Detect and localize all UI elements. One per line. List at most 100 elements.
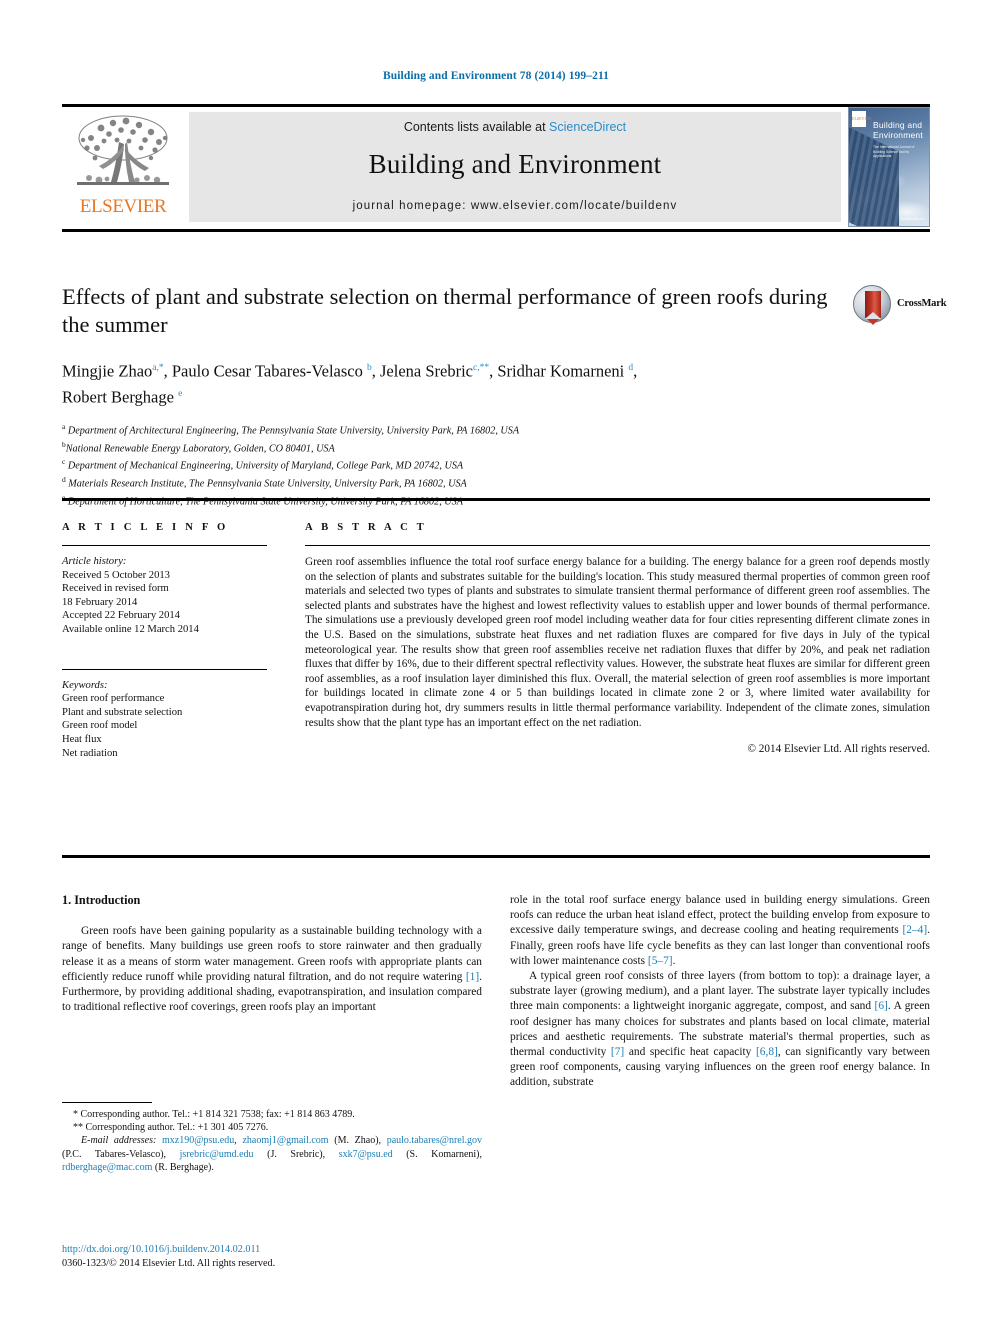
journal-cover-thumbnail: ELSEVIER Building and Environment The In… [848,107,930,227]
author-name: Mingjie Zhao [62,361,153,381]
author-marks: c,** [472,363,490,373]
affiliation-item: d Materials Research Institute, The Penn… [62,473,762,491]
email-separator: (S. Komarneni), [392,1148,482,1160]
affiliation-item: bNational Renewable Energy Laboratory, G… [62,438,762,456]
affiliation-text: National Renewable Energy Laboratory, Go… [65,443,335,455]
abstract-heading: A B S T R A C T [305,522,427,533]
contents-available-line: Contents lists available at ScienceDirec… [189,120,841,134]
email-link[interactable]: zhaomj1@gmail.com [242,1135,328,1146]
paragraph-text: A typical green roof consists of three l… [510,970,930,1013]
email-link[interactable]: jsrebric@umd.edu [180,1149,254,1160]
email-separator: (P.C. Tabares-Velasco), [62,1148,180,1160]
citation-ref[interactable]: [6] [875,1000,888,1012]
email-addresses-note: E-mail addresses: mxz190@psu.edu, zhaomj… [62,1134,482,1174]
footnote-block: * Corresponding author. Tel.: +1 814 321… [62,1108,482,1174]
elsevier-wordmark: ELSEVIER [79,196,167,217]
article-info-spacer [62,637,267,657]
affiliation-item: c Department of Mechanical Engineering, … [62,455,762,473]
affiliation-key: a [62,422,66,431]
crossmark-notch-shape [865,312,881,319]
contents-prefix: Contents lists available at [403,120,550,134]
masthead-rule-bottom [62,229,930,232]
keywords-label: Keywords: [62,679,108,691]
article-history-item: Received 5 October 2013 [62,569,170,581]
body-paragraph: Green roofs have been gaining popularity… [62,924,482,1015]
crossmark-label: CrossMark [897,298,947,309]
elsevier-logo: ELSEVIER [67,112,179,222]
journal-masthead: ELSEVIER Contents lists available at Sci… [62,104,930,232]
journal-title: Building and Environment [368,149,662,179]
paragraph-text: role in the total roof surface energy ba… [510,894,930,937]
corresponding-author-note: ** Corresponding author. Tel.: +1 301 40… [73,1122,269,1134]
page-title: Effects of plant and substrate selection… [62,284,828,337]
keyword-item: Plant and substrate selection [62,706,183,718]
footnote-rule [62,1102,152,1103]
article-history-item: Accepted 22 February 2014 [62,610,180,622]
article-history-label: Article history: [62,556,127,567]
keyword-item: Green roof performance [62,693,165,705]
abstract-divider [305,545,930,546]
author-marks: a,* [152,363,164,373]
doi-block: http://dx.doi.org/10.1016/j.buildenv.201… [62,1243,492,1271]
keywords-block: Keywords: Green roof performance Plant a… [62,679,267,761]
citation-ref[interactable]: [5–7] [648,955,673,967]
paper-page: Building and Environment 78 (2014) 199–2… [0,0,992,1323]
article-info-heading: A R T I C L E I N F O [62,522,229,533]
affiliation-key: c [62,457,66,467]
citation-ref[interactable]: [7] [611,1046,624,1058]
citation-ref[interactable]: [2–4] [902,924,927,936]
keyword-item: Heat flux [62,733,102,745]
section-heading-introduction: 1. Introduction [62,893,141,907]
author-marks: e [178,388,183,399]
title-block: Effects of plant and substrate selection… [62,283,832,408]
cover-journal-subtitle: The International Journal of Building Sc… [873,145,915,159]
abstract-rule-top [62,498,930,501]
elsevier-tree-icon [77,115,169,185]
abstract-copyright: © 2014 Elsevier Ltd. All rights reserved… [747,743,931,756]
abstract-text: Green roof assemblies influence the tota… [305,556,930,729]
paragraph-text: . [672,954,676,967]
citation-ref[interactable]: [1] [466,971,479,983]
sciencedirect-link[interactable]: ScienceDirect [549,120,626,134]
article-history-item: Received in revised form [62,583,169,595]
cover-bottom-word: ScienceDirect [900,216,925,221]
article-history-item: Available online 12 March 2014 [62,623,199,635]
abstract-rule-bottom [62,855,930,858]
doi-link[interactable]: http://dx.doi.org/10.1016/j.buildenv.201… [62,1243,492,1257]
cover-elsevier-mark: ELSEVIER [852,111,871,127]
article-info-block: A R T I C L E I N F O Article history: R… [62,522,267,760]
affiliation-text: Materials Research Institute, The Pennsy… [68,478,467,490]
body-column-left: 1. Introduction Green roofs have been ga… [62,893,482,1015]
author-name: Paulo Cesar Tabares-Velasco [171,361,363,381]
affiliation-item: a Department of Architectural Engineerin… [62,420,762,438]
keywords-divider [62,668,267,670]
paragraph-text: and specific heat capacity [624,1046,756,1059]
issn-copyright-line: 0360-1323/© 2014 Elsevier Ltd. All right… [62,1258,276,1269]
body-paragraph: A typical green roof consists of three l… [510,969,930,1091]
citation-ref[interactable]: [6,8] [756,1046,778,1058]
email-separator: (J. Srebric), [253,1148,339,1160]
running-head: Building and Environment 78 (2014) 199–2… [382,70,610,82]
affiliation-text: Department of Architectural Engineering,… [67,425,520,437]
author-name: Sridhar Komarneni [497,361,625,381]
author-marks: b [366,363,372,373]
crossmark-icon [853,285,891,325]
corresponding-author-note: * Corresponding author. Tel.: +1 814 321… [73,1109,355,1120]
keyword-item: Green roof model [62,720,138,732]
email-link[interactable]: paulo.tabares@nrel.gov [387,1135,482,1146]
article-history-item: 18 February 2014 [62,596,138,608]
email-separator: (M. Zhao), [328,1135,387,1147]
masthead-rule-top [62,104,930,107]
article-history: Article history: Received 5 October 2013… [62,555,267,637]
email-link[interactable]: rdberghage@mac.com [62,1162,152,1173]
email-link[interactable]: mxz190@psu.edu [162,1135,234,1146]
journal-homepage-line[interactable]: journal homepage: www.elsevier.com/locat… [189,200,841,212]
author-list: Mingjie Zhaoa,*, Paulo Cesar Tabares-Vel… [62,361,638,407]
keyword-item: Net radiation [62,747,118,759]
email-link[interactable]: sxk7@psu.ed [339,1149,393,1160]
crossmark-badge[interactable]: CrossMark [853,285,947,327]
affiliation-key: d [62,475,66,485]
email-addresses-label: E-mail addresses: [81,1135,157,1147]
cover-journal-title: Building and Environment [873,120,923,140]
article-info-divider [62,545,267,546]
